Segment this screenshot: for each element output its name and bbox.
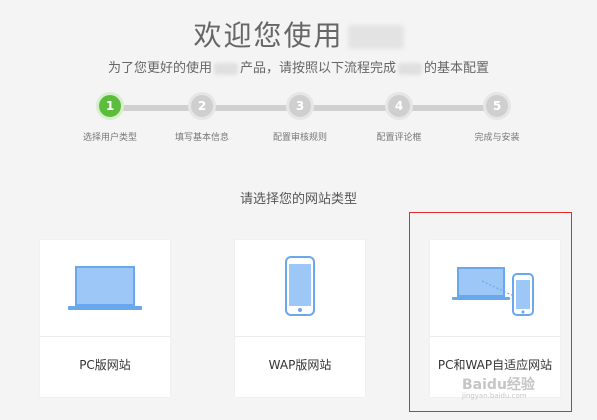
card-divider — [235, 336, 365, 337]
phone-icon — [285, 256, 315, 316]
section-title: 请选择您的网站类型 — [239, 192, 357, 207]
step-dot: 3 — [286, 92, 314, 120]
step-label: 填写基本信息 — [174, 133, 229, 143]
card-pc-site[interactable]: PC版网站 — [40, 240, 170, 397]
step-dot: 4 — [385, 92, 413, 120]
step-4: 4 配置评论框 — [354, 92, 444, 143]
step-label: 配置评论框 — [376, 133, 422, 143]
card-label: WAP版网站 — [268, 358, 332, 372]
step-3: 3 配置审核规则 — [255, 92, 345, 143]
redacted-brand — [347, 25, 404, 49]
step-dot: 2 — [188, 92, 216, 120]
laptop-phone-icon — [452, 267, 534, 316]
step-dot: 5 — [483, 92, 511, 120]
card-label: PC版网站 — [79, 358, 131, 372]
page-subtitle: 为了您更好的使用 产品，请按照以下流程完成 的基本配置 — [107, 61, 490, 76]
page-title: 欢迎您使用 — [0, 14, 597, 54]
card-wap-site[interactable]: WAP版网站 — [235, 240, 365, 397]
step-5: 5 完成与安装 — [452, 92, 542, 143]
redacted-brand — [398, 62, 422, 75]
step-label: 配置审核规则 — [272, 133, 327, 143]
step-dot: 1 — [96, 92, 124, 120]
watermark: Baidu经验 jingyan.baidu.com — [462, 377, 535, 400]
step-label: 选择用户类型 — [82, 133, 137, 143]
progress-steps: 1 选择用户类型 2 填写基本信息 3 配置审核规则 4 配置评论框 5 完成与… — [0, 92, 597, 152]
card-divider — [430, 336, 560, 337]
step-label: 完成与安装 — [474, 133, 520, 143]
step-2: 2 填写基本信息 — [157, 92, 247, 143]
laptop-icon — [68, 266, 142, 310]
step-1: 1 选择用户类型 — [65, 92, 155, 143]
card-label: PC和WAP自适应网站 — [437, 358, 553, 372]
redacted-brand — [213, 62, 238, 75]
card-divider — [40, 336, 170, 337]
